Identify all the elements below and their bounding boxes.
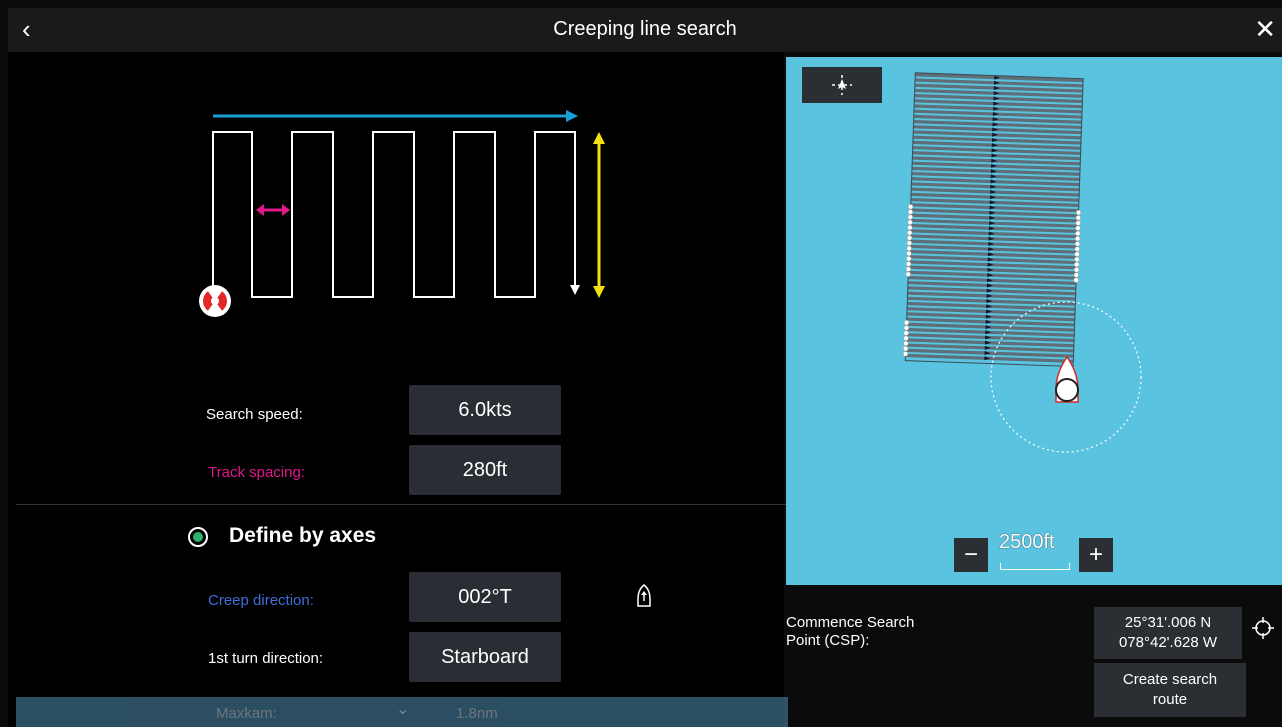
chevron-down-icon[interactable]: ⌄ bbox=[396, 699, 409, 719]
zoom-in-button[interactable]: + bbox=[1079, 538, 1113, 572]
crosshair-icon[interactable] bbox=[1252, 617, 1274, 639]
creep-direction-label: Creep direction: bbox=[208, 592, 314, 609]
create-search-route-button[interactable]: Create search route bbox=[1094, 663, 1246, 717]
search-pattern-overlay bbox=[902, 72, 1142, 453]
title-bar: ‹ Creeping line search ✕ bbox=[8, 8, 1282, 52]
scroll-overlay-bar[interactable]: Maxkam: ⌄ 1.8nm bbox=[16, 697, 788, 727]
track-spacing-button[interactable]: 280ft bbox=[409, 445, 561, 495]
csp-latitude: 25°31'.006 N bbox=[1124, 614, 1212, 631]
creeping-line-diagram bbox=[199, 110, 605, 317]
divider bbox=[16, 504, 788, 505]
track-spacing-label: Track spacing: bbox=[208, 464, 305, 481]
first-turn-button[interactable]: Starboard bbox=[409, 632, 561, 682]
creep-direction-button[interactable]: 002°T bbox=[409, 572, 561, 622]
first-turn-label: 1st turn direction: bbox=[208, 650, 324, 667]
scale-label: 2500ft bbox=[999, 531, 1055, 553]
page-title: Creeping line search bbox=[553, 18, 737, 40]
search-pattern-map[interactable]: − 2500ft + bbox=[786, 57, 1282, 585]
partial-row-value: 1.8nm bbox=[456, 705, 498, 722]
csp-label: Commence Search Point (CSP): bbox=[786, 614, 915, 649]
close-button[interactable]: ✕ bbox=[1254, 14, 1276, 44]
scale-bar bbox=[1000, 563, 1070, 570]
define-by-axes-label: Define by axes bbox=[229, 524, 377, 547]
csp-longitude: 078°42'.628 W bbox=[1118, 634, 1218, 651]
define-by-axes-radio[interactable] bbox=[188, 527, 208, 547]
vessel-heading-icon bbox=[637, 584, 651, 607]
csp-coordinate-button[interactable]: 25°31'.006 N 078°42'.628 W bbox=[1094, 607, 1242, 659]
search-settings-panel: Search speed: 6.0kts Track spacing: 280f… bbox=[8, 52, 788, 727]
lifebuoy-icon bbox=[199, 285, 231, 317]
zoom-out-button[interactable]: − bbox=[954, 538, 988, 572]
search-speed-label: Search speed: bbox=[206, 406, 303, 423]
partial-row-label: Maxkam: bbox=[216, 705, 277, 722]
search-speed-button[interactable]: 6.0kts bbox=[409, 385, 561, 435]
